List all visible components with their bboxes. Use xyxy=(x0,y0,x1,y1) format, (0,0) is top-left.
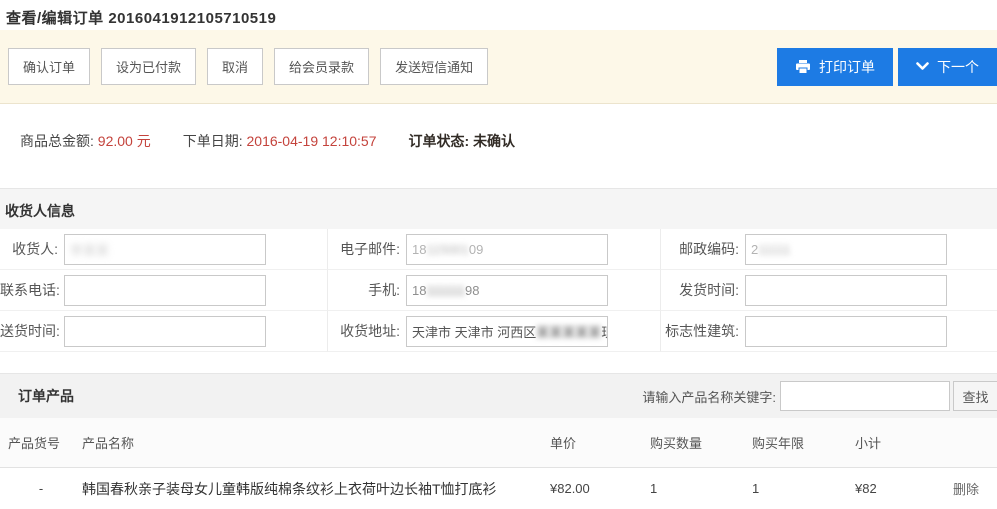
landmark-label: 标志性建筑: xyxy=(661,321,739,341)
title-bar: 查看/编辑订单 2016041912105710519 xyxy=(0,0,997,30)
email-label: 电子邮件: xyxy=(328,239,400,259)
product-unit-price: ¥82.00 xyxy=(550,481,650,496)
delivery-time-label: 送货时间: xyxy=(0,321,58,341)
ship-time-input[interactable] xyxy=(745,275,947,306)
confirm-order-button[interactable]: 确认订单 xyxy=(8,48,90,85)
order-date-value: 2016-04-19 12:10:57 xyxy=(247,133,377,149)
order-total: 商品总金额: 92.00 元 xyxy=(20,131,151,151)
field-landmark: 标志性建筑: xyxy=(661,311,997,352)
postal-code-input[interactable]: 211111 xyxy=(745,234,947,265)
landmark-input[interactable] xyxy=(745,316,947,347)
delivery-time-input[interactable] xyxy=(64,316,266,347)
col-sku: 产品货号 xyxy=(0,433,82,452)
products-section-header: 订单产品 请输入产品名称关键字: 查找 xyxy=(0,373,997,418)
product-name: 韩国春秋亲子装母女儿童韩版纯棉条纹衫上衣荷叶边长袖T恤打底衫 xyxy=(82,479,550,499)
order-date: 下单日期: 2016-04-19 12:10:57 xyxy=(183,131,377,151)
recipient-section-header: 收货人信息 xyxy=(0,188,997,229)
recipient-section-title: 收货人信息 xyxy=(5,203,75,219)
product-row: - 韩国春秋亲子装母女儿童韩版纯棉条纹衫上衣荷叶边长袖T恤打底衫 ¥82.00 … xyxy=(0,468,997,509)
product-search-bar: 请输入产品名称关键字: 查找 xyxy=(642,381,997,411)
products-section-title: 订单产品 xyxy=(18,386,74,406)
field-mobile: 手机: 1811111198 xyxy=(327,270,661,311)
next-order-button[interactable]: 下一个 xyxy=(898,48,997,86)
record-member-payment-button[interactable]: 给会员录款 xyxy=(274,48,369,85)
print-order-label: 打印订单 xyxy=(819,57,875,77)
field-address: 收货地址: 天津市 天津市 河西区某某某某某现7 xyxy=(327,311,661,352)
mobile-input[interactable]: 1811111198 xyxy=(406,275,608,306)
ship-time-label: 发货时间: xyxy=(661,280,739,300)
product-quantity: 1 xyxy=(650,481,752,496)
field-ship-time: 发货时间: xyxy=(661,270,997,311)
page-title: 查看/编辑订单 2016041912105710519 xyxy=(6,7,991,28)
recipient-name-input[interactable]: 李某某 xyxy=(64,234,266,265)
chevron-down-icon xyxy=(916,62,929,71)
product-search-input[interactable] xyxy=(780,381,950,411)
field-postal-code: 邮政编码: 211111 xyxy=(661,229,997,270)
field-delivery-time: 送货时间: xyxy=(0,311,327,352)
col-purchase-years: 购买年限 xyxy=(752,433,855,452)
recipient-form: 收货人: 李某某 电子邮件: 1811500109 邮政编码: 211111 联… xyxy=(0,229,997,352)
print-order-button[interactable]: 打印订单 xyxy=(777,48,893,86)
field-email: 电子邮件: 1811500109 xyxy=(327,229,661,270)
cancel-button[interactable]: 取消 xyxy=(207,48,263,85)
products-table: 产品货号 产品名称 单价 购买数量 购买年限 小计 - 韩国春秋亲子装母女儿童韩… xyxy=(0,418,997,509)
col-product-name: 产品名称 xyxy=(82,433,550,452)
next-order-label: 下一个 xyxy=(937,57,979,77)
product-search-label: 请输入产品名称关键字: xyxy=(642,387,776,406)
address-input[interactable]: 天津市 天津市 河西区某某某某某现7 xyxy=(406,316,608,347)
col-unit-price: 单价 xyxy=(550,433,650,452)
field-recipient-name: 收货人: 李某某 xyxy=(0,229,327,270)
printer-icon xyxy=(795,60,811,74)
product-subtotal: ¥82 xyxy=(855,481,953,496)
product-purchase-years: 1 xyxy=(752,481,855,496)
product-search-button[interactable]: 查找 xyxy=(953,381,997,411)
order-status: 订单状态: 未确认 xyxy=(409,131,516,151)
delete-product-link[interactable]: 删除 xyxy=(953,482,979,497)
action-toolbar: 确认订单 设为已付款 取消 给会员录款 发送短信通知 打印订单 下一个 xyxy=(0,30,997,104)
postal-code-label: 邮政编码: xyxy=(661,239,739,259)
order-date-label: 下单日期: xyxy=(183,133,243,149)
section-gap xyxy=(0,352,997,373)
order-total-label: 商品总金额: xyxy=(20,133,94,149)
order-status-value: 未确认 xyxy=(473,133,515,149)
email-input[interactable]: 1811500109 xyxy=(406,234,608,265)
field-contact-phone: 联系电话: xyxy=(0,270,327,311)
set-paid-button[interactable]: 设为已付款 xyxy=(101,48,196,85)
product-sku: - xyxy=(0,481,82,496)
products-table-header: 产品货号 产品名称 单价 购买数量 购买年限 小计 xyxy=(0,418,997,468)
recipient-name-label: 收货人: xyxy=(0,239,58,259)
address-label: 收货地址: xyxy=(328,321,400,341)
contact-phone-label: 联系电话: xyxy=(0,280,58,300)
order-status-label: 订单状态: xyxy=(409,133,470,149)
col-quantity: 购买数量 xyxy=(650,433,752,452)
order-summary: 商品总金额: 92.00 元 下单日期: 2016-04-19 12:10:57… xyxy=(0,104,997,188)
mobile-label: 手机: xyxy=(328,280,400,300)
send-sms-button[interactable]: 发送短信通知 xyxy=(380,48,488,85)
col-subtotal: 小计 xyxy=(855,433,953,452)
contact-phone-input[interactable] xyxy=(64,275,266,306)
order-total-value: 92.00 元 xyxy=(98,133,151,149)
